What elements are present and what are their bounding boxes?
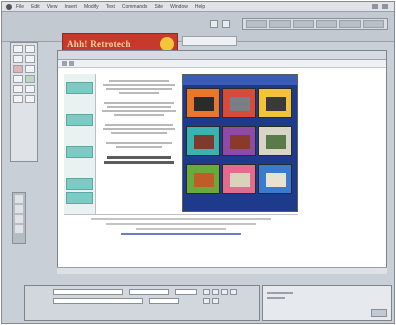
status-text xyxy=(267,297,285,299)
status-text xyxy=(267,292,293,294)
nav-button[interactable] xyxy=(66,146,93,158)
insert-table-icon[interactable] xyxy=(269,20,291,28)
properties-inspector xyxy=(24,285,260,321)
product-tile[interactable] xyxy=(258,164,292,194)
insert-image-icon[interactable] xyxy=(246,20,268,28)
launcher-button-icon[interactable] xyxy=(15,205,23,213)
nav-button[interactable] xyxy=(66,82,93,94)
product-image-grid[interactable] xyxy=(182,74,298,212)
form-tool-icon[interactable] xyxy=(13,85,23,93)
layer-tool-icon[interactable] xyxy=(13,65,23,73)
target-field[interactable] xyxy=(149,298,179,304)
menu-bar: File Edit View Insert Modify Text Comman… xyxy=(2,2,394,12)
product-tile[interactable] xyxy=(186,126,220,156)
list-button[interactable] xyxy=(203,298,210,304)
product-image-icon xyxy=(230,173,250,187)
menu-window[interactable]: Window xyxy=(170,4,188,10)
toolbar-button-icon[interactable] xyxy=(210,20,218,28)
bold-button[interactable] xyxy=(203,289,210,295)
product-tile[interactable] xyxy=(186,88,220,118)
product-image-icon xyxy=(230,97,250,111)
product-tile[interactable] xyxy=(222,88,256,118)
apple-menu-icon[interactable] xyxy=(6,3,12,10)
product-image-icon xyxy=(194,97,214,111)
product-image-icon xyxy=(266,97,286,111)
product-image-icon xyxy=(194,173,214,187)
product-image-icon xyxy=(266,173,286,187)
product-image-icon xyxy=(230,135,250,149)
link-field[interactable] xyxy=(53,298,143,304)
logo-text: Ahh! Retrotech xyxy=(67,39,131,49)
menu-help[interactable]: Help xyxy=(195,4,205,10)
zoom-icon[interactable] xyxy=(69,61,74,66)
link-tool-icon[interactable] xyxy=(25,65,35,73)
app-switcher-icon[interactable] xyxy=(382,4,388,9)
menu-site[interactable]: Site xyxy=(154,4,163,10)
clock-icon xyxy=(372,4,378,9)
menu-status-icons xyxy=(372,4,388,9)
frame-tool-icon[interactable] xyxy=(13,95,23,103)
toolbar-button-icon[interactable] xyxy=(222,20,230,28)
status-panel xyxy=(262,285,392,321)
menu-edit[interactable]: Edit xyxy=(31,4,40,10)
nav-button[interactable] xyxy=(66,178,93,190)
rule-tool-icon[interactable] xyxy=(25,85,35,93)
menu-modify[interactable]: Modify xyxy=(84,4,99,10)
logo-badge-icon xyxy=(160,37,174,51)
text-tool-icon[interactable] xyxy=(25,45,35,53)
insert-link-icon[interactable] xyxy=(315,20,338,28)
product-tile[interactable] xyxy=(222,164,256,194)
script-tool-icon[interactable] xyxy=(25,95,35,103)
insert-objects-bar xyxy=(242,18,388,30)
anchor-tool-icon[interactable] xyxy=(13,75,23,83)
insert-form-icon[interactable] xyxy=(339,20,361,28)
menu-commands[interactable]: Commands xyxy=(122,4,148,10)
indent-button[interactable] xyxy=(212,298,219,304)
nav-button[interactable] xyxy=(66,114,93,126)
menu-insert[interactable]: Insert xyxy=(64,4,77,10)
close-icon[interactable] xyxy=(62,61,67,66)
launcher-button-icon[interactable] xyxy=(15,195,23,203)
align-center-button[interactable] xyxy=(230,289,237,295)
launcher-button-icon[interactable] xyxy=(15,215,23,223)
document-toolbar xyxy=(58,60,386,68)
product-image-icon xyxy=(266,135,286,149)
product-tile[interactable] xyxy=(186,164,220,194)
launcher-button-icon[interactable] xyxy=(15,225,23,233)
product-tile[interactable] xyxy=(258,126,292,156)
product-image-icon xyxy=(194,135,214,149)
size-field[interactable] xyxy=(175,289,197,295)
tool-palette xyxy=(10,42,38,162)
product-tile[interactable] xyxy=(222,126,256,156)
menu-view[interactable]: View xyxy=(47,4,58,10)
image-grid-header xyxy=(183,75,297,85)
nav-button[interactable] xyxy=(66,192,93,204)
launcher-strip xyxy=(12,192,26,244)
format-field[interactable] xyxy=(53,289,123,295)
panel-button[interactable] xyxy=(371,309,387,317)
table-tool-icon[interactable] xyxy=(25,55,35,63)
menu-text[interactable]: Text xyxy=(106,4,115,10)
insert-layer-icon[interactable] xyxy=(292,20,314,28)
footer-text-block[interactable] xyxy=(64,214,298,242)
plugin-tool-icon[interactable] xyxy=(25,75,35,83)
horizontal-scrollbar[interactable] xyxy=(57,267,387,274)
document-title-field[interactable] xyxy=(182,36,237,46)
font-field[interactable] xyxy=(129,289,169,295)
align-left-button[interactable] xyxy=(221,289,228,295)
menu-file[interactable]: File xyxy=(16,4,24,10)
select-tool-icon[interactable] xyxy=(13,45,23,53)
image-tool-icon[interactable] xyxy=(13,55,23,63)
app-window: File Edit View Insert Modify Text Comman… xyxy=(1,1,395,324)
product-tile[interactable] xyxy=(258,88,292,118)
document-title-bar[interactable] xyxy=(58,51,386,60)
italic-button[interactable] xyxy=(212,289,219,295)
insert-media-icon[interactable] xyxy=(362,20,384,28)
